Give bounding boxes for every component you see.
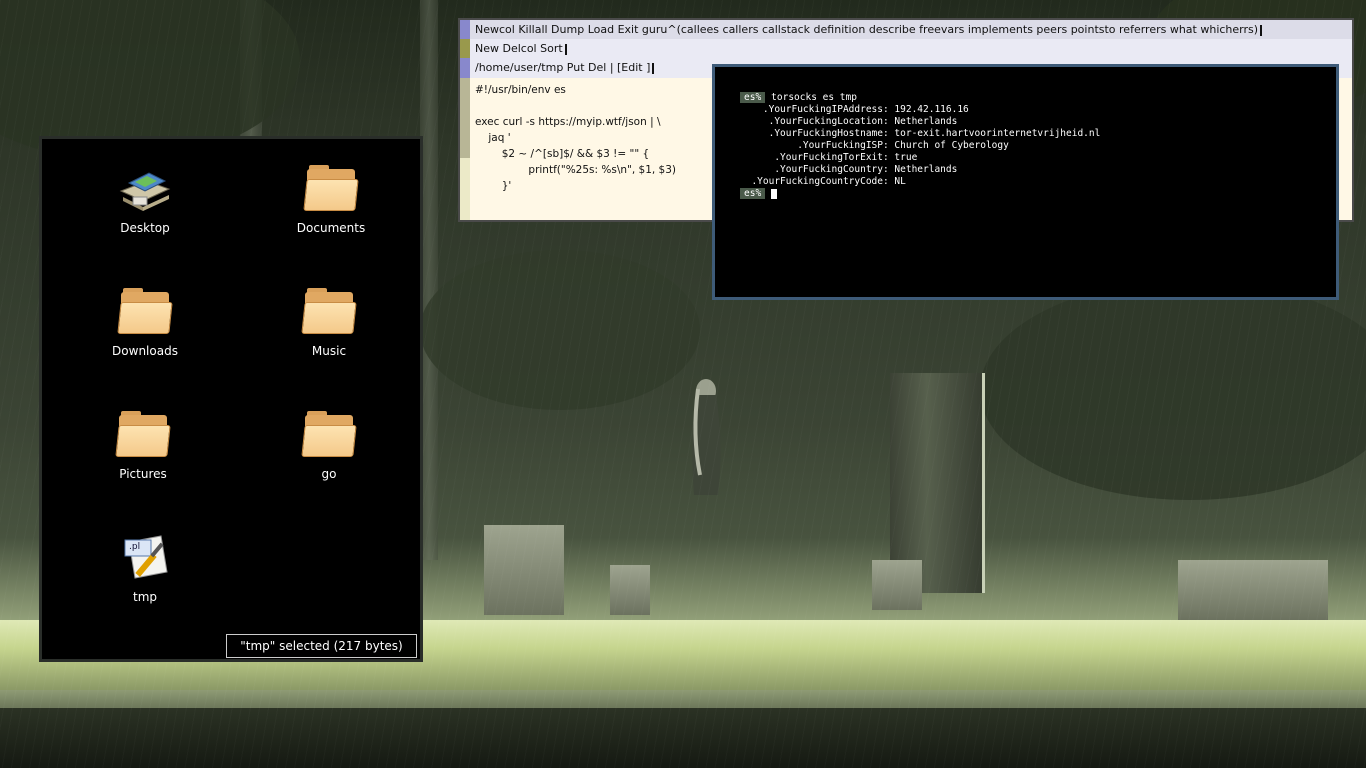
- folder-icon: [301, 286, 357, 338]
- output-line: .YourFuckingLocation: Netherlands: [740, 116, 958, 127]
- file-type-badge: .pl: [129, 542, 141, 552]
- shell-prompt: es%: [740, 188, 766, 199]
- output-line: .YourFuckingCountry: Netherlands: [740, 164, 958, 175]
- file-item-label: Pictures: [119, 467, 167, 481]
- file-item-label: tmp: [132, 590, 157, 604]
- desktop-icon: [117, 163, 173, 215]
- column-tag-text[interactable]: Newcol Killall Dump Load Exit guru^(call…: [475, 23, 1258, 36]
- file-manager-window: Desktop Documents Downloads Music Pictur…: [39, 136, 423, 662]
- body-scrollbar[interactable]: [460, 78, 470, 220]
- file-item-downloads[interactable]: Downloads: [85, 286, 205, 358]
- window-tag-text[interactable]: New Delcol Sort: [475, 42, 563, 55]
- folder-icon: [115, 409, 171, 461]
- selection-status: "tmp" selected (217 bytes): [226, 634, 417, 658]
- text-cursor: [1260, 24, 1263, 36]
- file-item-label: Downloads: [112, 344, 178, 358]
- file-item-label: Music: [311, 344, 347, 358]
- window-tag[interactable]: New Delcol Sort: [470, 39, 1352, 58]
- folder-icon: [117, 286, 173, 338]
- file-item-tmp[interactable]: .pl tmp: [85, 532, 205, 604]
- file-window-handle[interactable]: [460, 58, 470, 78]
- terminal-cursor: [771, 188, 778, 199]
- scrollbar-thumb[interactable]: [460, 78, 470, 158]
- terminal-window[interactable]: es% torsocks es tmp .YourFuckingIPAddress…: [712, 64, 1339, 300]
- file-item-go[interactable]: go: [269, 409, 389, 481]
- output-line: .YourFuckingIPAddress: 192.42.116.16: [740, 104, 969, 115]
- command-text: torsocks es tmp: [771, 92, 857, 103]
- terminal-output: es% torsocks es tmp .YourFuckingIPAddress…: [740, 92, 1100, 200]
- file-item-music[interactable]: Music: [269, 286, 389, 358]
- output-line: .YourFuckingCountryCode: NL: [740, 176, 906, 187]
- column-tag[interactable]: Newcol Killall Dump Load Exit guru^(call…: [470, 20, 1352, 39]
- perl-script-icon: .pl: [117, 532, 173, 584]
- folder-icon: [301, 409, 357, 461]
- command-line: es% torsocks es tmp: [740, 92, 1100, 104]
- input-line[interactable]: es%: [740, 188, 1100, 200]
- shell-prompt: es%: [740, 92, 766, 103]
- file-item-documents[interactable]: Documents: [271, 163, 391, 235]
- output-line: .YourFuckingTorExit: true: [740, 152, 918, 163]
- column-handle[interactable]: [460, 20, 470, 39]
- file-item-desktop[interactable]: Desktop: [85, 163, 205, 235]
- folder-icon: [303, 163, 359, 215]
- file-item-pictures[interactable]: Pictures: [83, 409, 203, 481]
- file-item-label: go: [321, 467, 337, 481]
- file-tag-text[interactable]: /home/user/tmp Put Del | [Edit ]: [475, 61, 650, 74]
- output-line: .YourFuckingISP: Church of Cyberology: [740, 140, 1009, 151]
- text-cursor: [652, 62, 655, 74]
- text-cursor: [564, 43, 567, 55]
- file-item-label: Documents: [296, 221, 366, 235]
- output-line: .YourFuckingHostname: tor-exit.hartvoori…: [740, 128, 1101, 139]
- file-item-label: Desktop: [120, 221, 170, 235]
- window-handle[interactable]: [460, 39, 470, 58]
